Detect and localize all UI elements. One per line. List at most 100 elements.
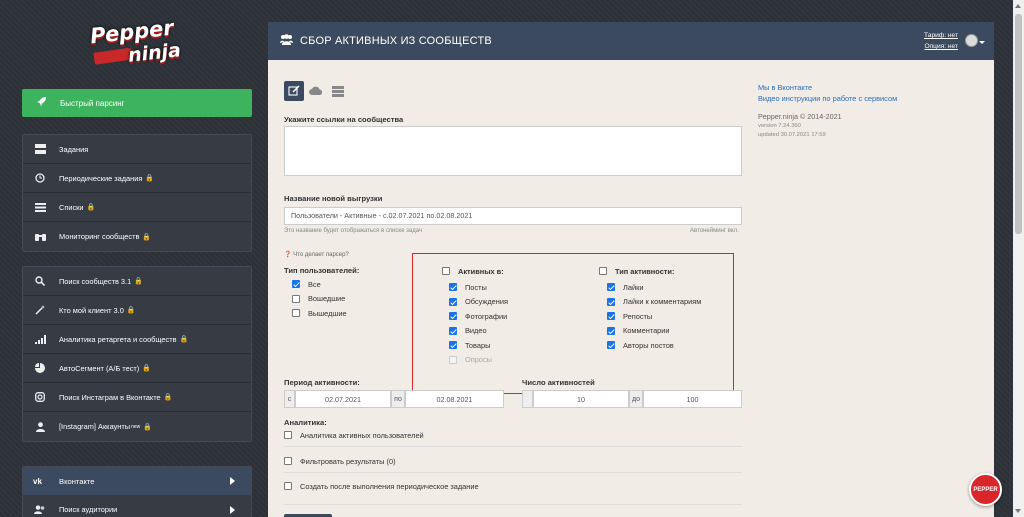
sidebar-item-periodic[interactable]: Периодические задания 🔒	[23, 164, 251, 193]
period-from-input[interactable]: 02.07.2021	[295, 390, 391, 408]
active-in-label: Активных в:	[458, 266, 504, 276]
period-label: Период активности:	[284, 378, 360, 387]
sidebar-item-tasks[interactable]: Задания	[23, 135, 251, 164]
pepper-chat-button[interactable]: PEPPER	[969, 473, 1002, 506]
parser-help-link[interactable]: ❓ Что делает парсер?	[284, 251, 349, 258]
filter-options: Фильтровать результаты (0)	[284, 454, 396, 469]
video-instructions-link[interactable]: Видео инструкции по работе с сервисом	[758, 93, 897, 104]
checkbox[interactable]	[442, 267, 450, 276]
period-from-prefix: с	[284, 390, 295, 408]
count-input-group: 10 до 100	[522, 390, 742, 408]
user-type-joined[interactable]: Вошедшие	[292, 292, 347, 307]
activity-reposts[interactable]: Репосты	[607, 309, 701, 324]
activity-post-authors[interactable]: Авторы постов	[607, 338, 701, 353]
search-icon	[33, 275, 47, 287]
checkbox[interactable]	[292, 294, 300, 303]
option-label[interactable]: Опция: нет	[924, 43, 958, 50]
activity-type-section: Тип активности:	[599, 264, 674, 279]
sidebar-item-audience-search[interactable]: Поиск аудитории	[23, 495, 251, 517]
checkbox[interactable]	[607, 312, 615, 321]
sidebar-item-vkontakte[interactable]: vk Вконтакте	[23, 467, 251, 495]
option-label: Лайки к комментариям	[623, 297, 702, 307]
caret-down-icon[interactable]	[979, 41, 985, 44]
checkbox[interactable]	[607, 341, 615, 350]
scroll-thumb[interactable]	[1015, 14, 1022, 234]
filter-results[interactable]: Фильтровать результаты (0)	[284, 454, 396, 469]
sidebar-item-lists[interactable]: Списки 🔒	[23, 193, 251, 222]
lock-icon: 🔒	[142, 365, 151, 372]
checkbox[interactable]	[284, 457, 292, 466]
sidebar-group-tools: Поиск сообществ 3.1 🔒 Кто мой клиент 3.0…	[22, 266, 252, 442]
activity-comments[interactable]: Комментарии	[607, 324, 701, 339]
checkbox[interactable]	[449, 312, 457, 321]
checkbox[interactable]	[599, 267, 607, 276]
divider	[284, 472, 742, 473]
sidebar-item-monitoring[interactable]: Мониторинг сообществ 🔒	[23, 222, 251, 251]
checkbox[interactable]	[292, 309, 300, 318]
avatar[interactable]	[965, 34, 978, 47]
checkbox[interactable]	[607, 283, 615, 292]
checkbox[interactable]	[449, 297, 457, 306]
checkbox[interactable]	[284, 482, 292, 491]
community-links-textarea[interactable]	[284, 126, 742, 176]
chevron-right-icon	[230, 477, 235, 485]
sidebar-item-community-search[interactable]: Поиск сообществ 3.1 🔒	[23, 267, 251, 296]
lock-icon: 🔒	[126, 307, 136, 314]
sidebar-item-autosegment[interactable]: АвтоСегмент (А/Б тест) 🔒	[23, 354, 251, 383]
sidebar-item-my-client[interactable]: Кто мой клиент 3.0 🔒	[23, 296, 251, 325]
option-label: Репосты	[623, 311, 653, 321]
checkbox[interactable]	[449, 283, 457, 292]
checkbox[interactable]	[607, 326, 615, 335]
tariff-info[interactable]: Тариф: нет Опция: нет	[924, 30, 958, 52]
analytics-active-users[interactable]: Аналитика активных пользователей	[284, 428, 424, 443]
user-type-all[interactable]: Все	[292, 277, 347, 292]
database-icon[interactable]	[328, 81, 348, 101]
activity-likes[interactable]: Лайки	[607, 280, 701, 295]
tariff-label[interactable]: Тариф: нет	[924, 32, 958, 39]
links-label: Укажите ссылки на сообщества	[284, 115, 404, 124]
checkbox[interactable]	[292, 280, 300, 289]
checkbox[interactable]	[449, 326, 457, 335]
count-from-input[interactable]: 10	[533, 390, 629, 408]
periodic-options: Создать после выполнения периодическое з…	[284, 479, 479, 494]
sidebar-item-retarget-analytics[interactable]: Аналитика ретаргета и сообществ 🔒	[23, 325, 251, 354]
scroll-up-arrow-icon[interactable]	[1015, 4, 1021, 8]
lock-icon: 🔒	[142, 233, 152, 241]
cloud-icon[interactable]	[306, 81, 326, 101]
user-type-options: Все Вошедшие Вышедшие	[292, 277, 347, 321]
count-label: Число активностей	[522, 378, 595, 387]
active-in-videos[interactable]: Видео	[449, 324, 508, 339]
sidebar-item-instagram-accounts[interactable]: [Instagram] Аккаунты new 🔒	[23, 412, 251, 441]
active-in-posts[interactable]: Посты	[449, 280, 508, 295]
export-name-input[interactable]: Пользователи - Активные - с.02.07.2021 п…	[284, 207, 742, 225]
sidebar-item-instagram-search[interactable]: Поиск Инстаграм в Вконтакте 🔒	[23, 383, 251, 412]
activity-type-toggle[interactable]: Тип активности:	[599, 264, 674, 279]
pepper-ninja-logo[interactable]: Pepper ninja	[88, 16, 198, 68]
scroll-down-arrow-icon[interactable]	[1015, 509, 1021, 513]
active-in-goods[interactable]: Товары	[449, 338, 508, 353]
page-scrollbar[interactable]	[1013, 0, 1024, 517]
checkbox[interactable]	[449, 341, 457, 350]
checkbox[interactable]	[607, 297, 615, 306]
sidebar-item-label: Поиск Инстаграм в Вконтакте	[59, 392, 161, 402]
vk-community-link[interactable]: Мы в Вконтакте	[758, 82, 897, 93]
option-label: Создать после выполнения периодическое з…	[300, 481, 479, 491]
active-in-toggle[interactable]: Активных в:	[442, 264, 504, 279]
active-in-discussions[interactable]: Обсуждения	[449, 295, 508, 310]
panel-header: СБОР АКТИВНЫХ ИЗ СООБЩЕСТВ Тариф: нет Оп…	[268, 22, 994, 60]
quick-parse-button[interactable]: Быстрый парсинг	[22, 89, 252, 117]
activity-comment-likes[interactable]: Лайки к комментариям	[607, 295, 701, 310]
autoname-toggle[interactable]: Автонейминг вкл.	[690, 228, 739, 234]
binoculars-icon	[33, 231, 47, 243]
user-type-left[interactable]: Вышедшие	[292, 306, 347, 321]
period-to-input[interactable]: 02.08.2021	[405, 390, 504, 408]
edit-icon[interactable]	[284, 81, 304, 101]
active-in-photos[interactable]: Фотографии	[449, 309, 508, 324]
checkbox[interactable]	[284, 431, 292, 440]
create-periodic-task[interactable]: Создать после выполнения периодическое з…	[284, 479, 479, 494]
sidebar-item-label: Поиск сообществ 3.1	[59, 276, 132, 286]
sidebar-item-label: АвтоСегмент (А/Б тест)	[59, 363, 140, 373]
option-label: Авторы постов	[623, 340, 674, 350]
sidebar-item-label: Кто мой клиент 3.0	[59, 305, 124, 315]
count-to-input[interactable]: 100	[643, 390, 742, 408]
